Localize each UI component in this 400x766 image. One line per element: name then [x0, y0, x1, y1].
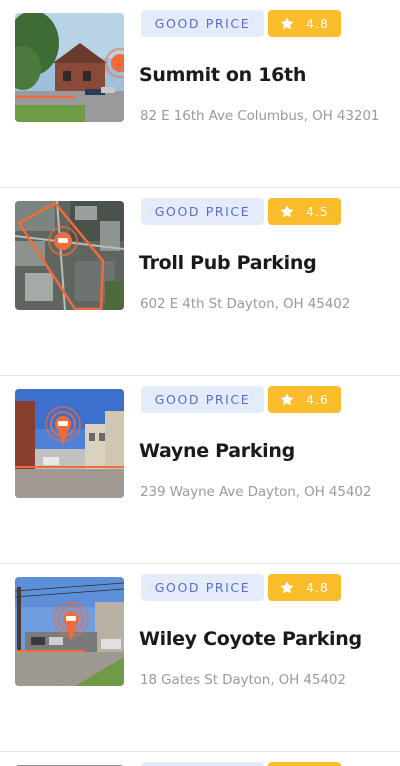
rating-badge: 4.8 [268, 574, 341, 601]
listing-card[interactable]: GOOD PRICE 4.8 Wiley Coyote Parking 18 G… [0, 564, 400, 752]
listing-address: 82 E 16th Ave Columbus, OH 43201 [140, 108, 380, 124]
star-icon [280, 393, 294, 406]
good-price-badge [141, 762, 264, 766]
good-price-badge: GOOD PRICE [141, 574, 264, 601]
rating-value: 4.6 [306, 392, 329, 407]
rating-value: 4.8 [306, 16, 329, 31]
listing-title[interactable]: Wayne Parking [139, 440, 295, 462]
listing-address: 602 E 4th St Dayton, OH 45402 [140, 296, 351, 312]
rating-badge: 4.6 [268, 386, 341, 413]
street-view-photo [15, 389, 124, 498]
street-view-photo [15, 577, 124, 686]
listing-title[interactable]: Troll Pub Parking [139, 252, 317, 274]
rating-badge: 4.8 [268, 10, 341, 37]
listing-address: 239 Wayne Ave Dayton, OH 45402 [140, 484, 372, 500]
listing-card[interactable] [0, 752, 400, 766]
listing-card[interactable]: GOOD PRICE 4.8 Summit on 16th 82 E 16th … [0, 0, 400, 188]
street-view-photo [15, 13, 124, 122]
good-price-badge: GOOD PRICE [141, 386, 264, 413]
listing-card[interactable]: GOOD PRICE 4.6 Wayne Parking 239 Wayne A… [0, 376, 400, 564]
good-price-badge: GOOD PRICE [141, 10, 264, 37]
listing-thumbnail[interactable] [15, 577, 124, 686]
rating-badge [268, 762, 341, 766]
star-icon [280, 17, 294, 30]
listing-thumbnail[interactable] [15, 13, 124, 122]
rating-badge: 4.5 [268, 198, 341, 225]
listing-thumbnail[interactable] [15, 201, 124, 310]
listing-title[interactable]: Summit on 16th [139, 64, 306, 86]
star-icon [280, 205, 294, 218]
listing-address: 18 Gates St Dayton, OH 45402 [140, 672, 346, 688]
star-icon [280, 581, 294, 594]
good-price-badge: GOOD PRICE [141, 198, 264, 225]
listing-title[interactable]: Wiley Coyote Parking [139, 628, 362, 650]
listing-card[interactable]: GOOD PRICE 4.5 Troll Pub Parking 602 E 4… [0, 188, 400, 376]
aerial-map-photo [15, 201, 124, 310]
rating-value: 4.5 [306, 204, 329, 219]
listing-thumbnail[interactable] [15, 389, 124, 498]
rating-value: 4.8 [306, 580, 329, 595]
